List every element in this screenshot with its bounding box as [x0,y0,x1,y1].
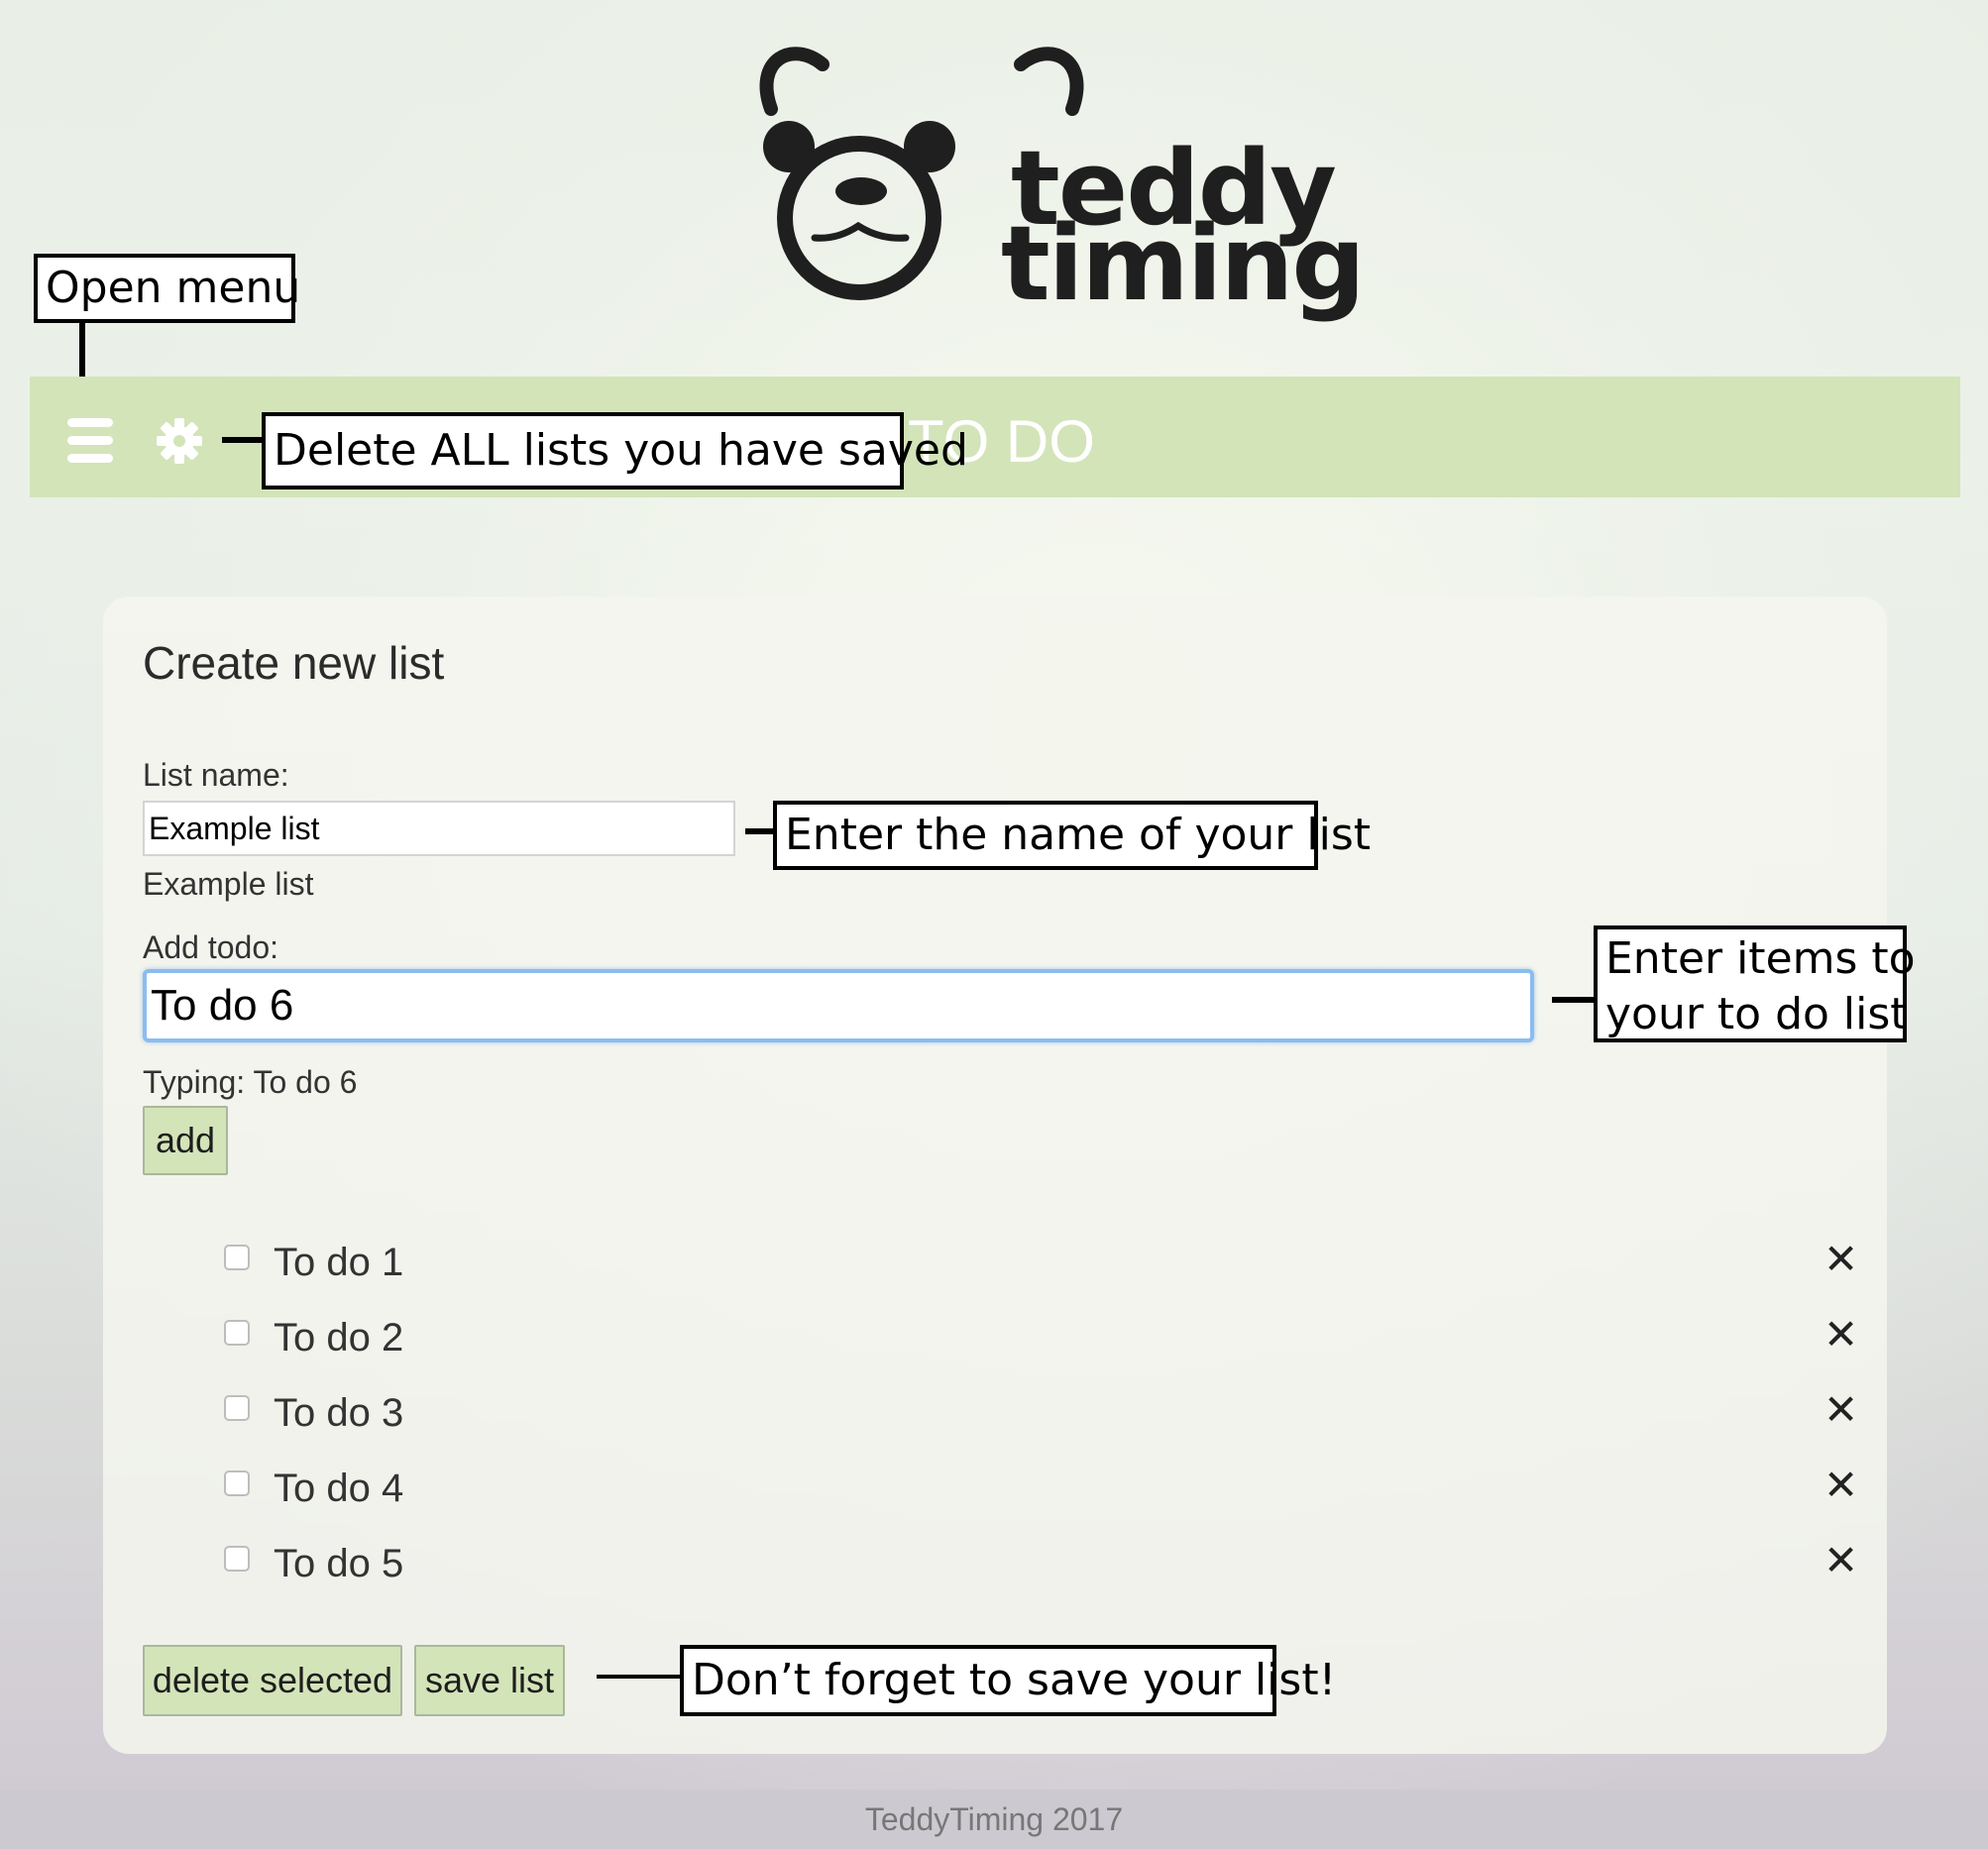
close-icon[interactable]: ✕ [1823,1536,1858,1584]
todo-item: To do 2 ✕ [224,1310,1858,1375]
footer: TeddyTiming 2017 [0,1790,1988,1849]
add-button[interactable]: add [143,1106,228,1175]
annotation-connector [222,437,264,443]
list-name-input[interactable] [143,801,735,856]
annotation-connector [1552,997,1596,1003]
todo-checkbox[interactable] [224,1320,250,1346]
annotation-enter-items: Enter items to your to do list [1594,925,1916,1042]
delete-selected-button[interactable]: delete selected [143,1645,402,1716]
hamburger-icon[interactable] [67,418,113,464]
todo-label: To do 2 [274,1316,404,1360]
annotation-list-name: Enter the name of your list [773,801,1371,870]
todo-item: To do 4 ✕ [224,1461,1858,1526]
close-icon[interactable]: ✕ [1823,1385,1858,1434]
gear-icon[interactable] [155,416,204,466]
todo-checkbox[interactable] [224,1470,250,1496]
list-name-echo: Example list [143,866,314,902]
annotation-enter-items-line2: your to do list [1605,989,1908,1039]
add-todo-label: Add todo: [143,929,278,965]
save-list-button[interactable]: save list [414,1645,565,1716]
create-list-card: Create new list List name: Example list … [103,597,1887,1754]
list-name-label: List name: [143,757,289,793]
todo-label: To do 5 [274,1542,404,1585]
annotation-save-reminder: Don’t forget to save your list! [680,1645,1336,1716]
todo-checkbox[interactable] [224,1245,250,1270]
annotation-open-menu: Open menu [34,254,300,323]
annotation-connector [745,828,775,834]
annotation-delete-all: Delete ALL lists you have saved [262,412,968,489]
annotation-connector [597,1675,684,1679]
logo-text-timing: timing [1001,203,1366,324]
todo-label: To do 4 [274,1467,404,1510]
todo-checkbox[interactable] [224,1546,250,1572]
typing-status: Typing: To do 6 [143,1064,358,1100]
todo-label: To do 3 [274,1391,404,1435]
todo-label: To do 1 [274,1241,404,1284]
close-icon[interactable]: ✕ [1823,1310,1858,1359]
close-icon[interactable]: ✕ [1823,1235,1858,1283]
todo-item: To do 3 ✕ [224,1385,1858,1451]
add-todo-input[interactable] [143,969,1534,1042]
footer-text: TeddyTiming 2017 [864,1801,1124,1837]
close-icon[interactable]: ✕ [1823,1461,1858,1509]
todo-item: To do 1 ✕ [224,1235,1858,1300]
card-title: Create new list [143,637,445,689]
todo-checkbox[interactable] [224,1395,250,1421]
todo-item: To do 5 ✕ [224,1536,1858,1601]
annotation-enter-items-line1: Enter items to [1605,933,1916,984]
